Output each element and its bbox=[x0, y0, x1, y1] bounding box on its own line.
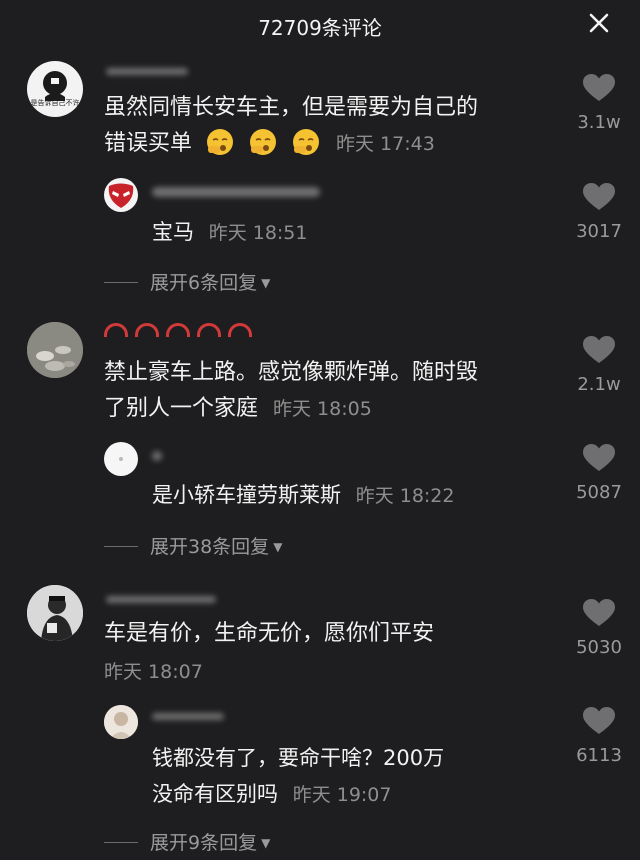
reply-text: 钱都没有了，要命干啥？200万 没命有区别吗 昨天 19:07 bbox=[152, 746, 445, 806]
close-icon[interactable] bbox=[586, 10, 612, 36]
like-count: 3017 bbox=[576, 221, 622, 242]
reply-text: 是小轿车撞劳斯莱斯 昨天 18:22 bbox=[152, 483, 455, 507]
username-blurred[interactable] bbox=[106, 596, 216, 603]
username-emoji-row[interactable] bbox=[104, 322, 259, 341]
username-blurred[interactable] bbox=[152, 713, 224, 720]
like-count: 5030 bbox=[576, 637, 622, 658]
comment-text: 禁止豪车上路。感觉像颗炸弹。随时毁 了别人一个家庭 昨天 18:05 bbox=[104, 360, 479, 421]
comment-count-title: 72709条评论 bbox=[258, 16, 382, 40]
like-button[interactable]: 5087 bbox=[564, 444, 634, 503]
reply-time: 昨天 18:51 bbox=[208, 222, 308, 244]
caret-down-icon: ▼ bbox=[273, 540, 283, 554]
comment-time: 昨天 17:43 bbox=[336, 133, 435, 155]
expand-replies-button[interactable]: 展开38条回复 ▼ bbox=[104, 532, 282, 559]
expand-replies-button[interactable]: 展开6条回复 ▼ bbox=[104, 268, 270, 295]
like-count: 6113 bbox=[576, 745, 622, 766]
comment-text: 虽然同情长安车主，但是需要为自己的 错误买单 昨天 17:43 bbox=[104, 95, 479, 156]
reply-text: 宝马 昨天 18:51 bbox=[152, 220, 308, 244]
username-blurred[interactable] bbox=[152, 451, 162, 461]
like-button[interactable]: 6113 bbox=[564, 707, 634, 766]
avatar[interactable] bbox=[27, 322, 83, 378]
username-blurred[interactable] bbox=[106, 68, 188, 75]
comment-time: 昨天 18:07 bbox=[104, 661, 203, 683]
avatar[interactable] bbox=[104, 705, 138, 739]
heart-icon bbox=[583, 336, 615, 363]
heart-icon bbox=[583, 183, 615, 210]
like-count: 5087 bbox=[576, 482, 622, 503]
heart-icon bbox=[583, 707, 615, 734]
like-count: 3.1w bbox=[577, 112, 621, 133]
expand-replies-button[interactable]: 展开9条回复 ▼ bbox=[104, 828, 270, 855]
like-count: 2.1w bbox=[577, 374, 621, 395]
avatar[interactable]: 是告诉自己不许 bbox=[27, 61, 83, 117]
like-button[interactable]: 2.1w bbox=[564, 336, 634, 395]
avatar[interactable] bbox=[27, 585, 83, 641]
heart-icon bbox=[583, 74, 615, 101]
reply-time: 昨天 18:22 bbox=[355, 485, 455, 507]
avatar-caption: 是告诉自己不许 bbox=[30, 99, 80, 107]
heart-icon bbox=[583, 599, 615, 626]
comments-header: 72709条评论 bbox=[0, 0, 640, 50]
reply-time: 昨天 19:07 bbox=[292, 784, 392, 806]
sleeping-face-icon bbox=[207, 129, 234, 155]
avatar[interactable] bbox=[104, 442, 138, 476]
comment-time: 昨天 18:05 bbox=[273, 398, 372, 420]
like-button[interactable]: 5030 bbox=[564, 599, 634, 658]
comment-text: 车是有价，生命无价，愿你们平安 bbox=[104, 621, 435, 646]
caret-down-icon: ▼ bbox=[261, 276, 271, 290]
sleeping-face-icon bbox=[293, 129, 320, 155]
sleeping-face-icon bbox=[250, 129, 277, 155]
heart-icon bbox=[583, 444, 615, 471]
like-button[interactable]: 3.1w bbox=[564, 74, 634, 133]
avatar[interactable] bbox=[104, 178, 138, 212]
caret-down-icon: ▼ bbox=[261, 836, 271, 850]
like-button[interactable]: 3017 bbox=[564, 183, 634, 242]
username-blurred[interactable] bbox=[152, 187, 320, 197]
